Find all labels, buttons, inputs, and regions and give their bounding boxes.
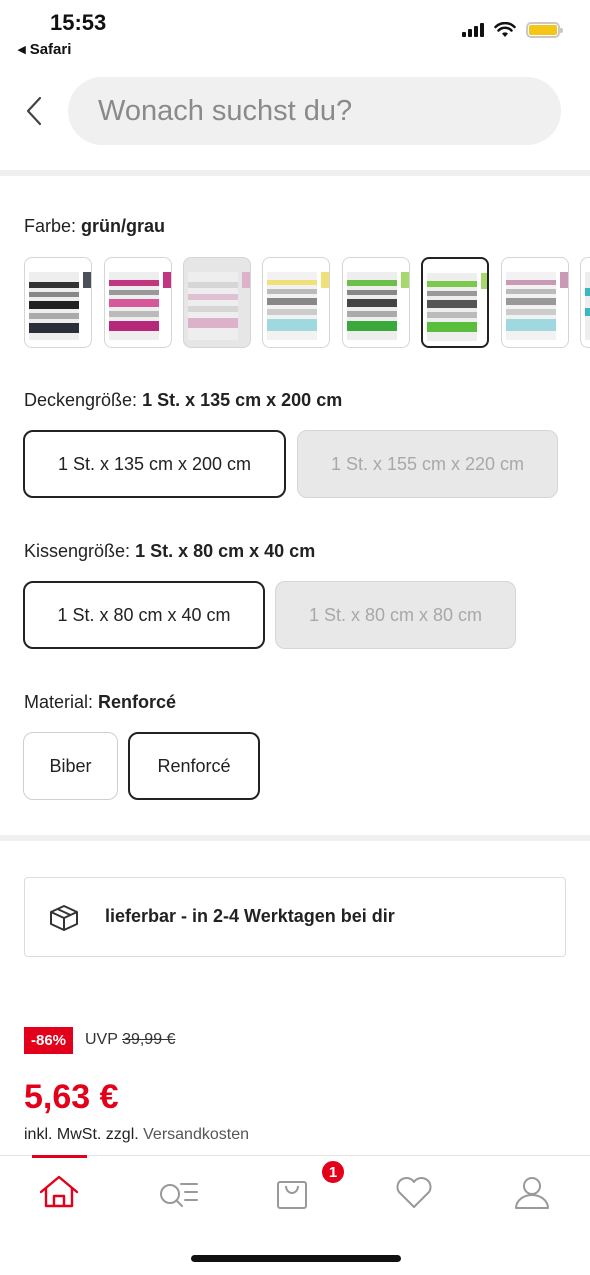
nav-account[interactable] [508, 1172, 556, 1216]
color-swatch[interactable] [501, 257, 569, 348]
status-time: 15:53 [50, 10, 107, 35]
back-to-safari-link[interactable]: ◂ Safari [18, 40, 71, 58]
discount-badge: -86% [24, 1027, 73, 1054]
cart-count-badge: 1 [320, 1159, 346, 1185]
blanket-size-label: Deckengröße: 1 St. x 135 cm x 200 cm [24, 390, 342, 411]
home-icon [39, 1175, 79, 1208]
blanket-size-option-unavailable[interactable]: 1 St. x 155 cm x 220 cm [297, 430, 558, 498]
tax-info: inkl. MwSt. zzgl. Versandkosten [24, 1126, 249, 1144]
color-value: grün/grau [81, 216, 166, 236]
nav-home[interactable] [35, 1172, 83, 1216]
color-swatch[interactable] [24, 257, 92, 348]
delivery-text: lieferbar - in 2-4 Werktagen bei dir [105, 906, 395, 926]
color-swatch-selected[interactable] [421, 257, 489, 348]
chevron-left-icon [26, 96, 42, 126]
material-label: Material: Renforcé [24, 692, 176, 713]
status-icons [462, 22, 563, 38]
divider [0, 835, 590, 841]
user-icon [515, 1177, 549, 1209]
cart-icon [277, 1181, 307, 1209]
material-option-biber[interactable]: Biber [23, 732, 118, 800]
cellular-signal-icon [462, 23, 484, 37]
pillow-size-label-text: Kissengröße: [24, 541, 131, 561]
pillow-size-option-unavailable[interactable]: 1 St. x 80 cm x 80 cm [275, 581, 516, 649]
search-bar[interactable] [68, 77, 561, 145]
material-option-renforce-selected[interactable]: Renforcé [128, 732, 260, 800]
home-indicator[interactable] [191, 1255, 401, 1262]
status-bar: 15:53 ◂ Safari [0, 0, 590, 62]
nav-wishlist[interactable] [390, 1172, 438, 1216]
uvp-value: 39,99 € [122, 1031, 176, 1048]
nav-cart[interactable] [270, 1172, 318, 1216]
heart-icon [396, 1177, 432, 1208]
header [0, 75, 590, 147]
material-value: Renforcé [98, 692, 177, 712]
divider [0, 170, 590, 176]
color-swatch[interactable] [342, 257, 410, 348]
uvp-label: UVP [85, 1031, 118, 1048]
pillow-size-option-selected[interactable]: 1 St. x 80 cm x 40 cm [23, 581, 265, 649]
pillow-size-label: Kissengröße: 1 St. x 80 cm x 40 cm [24, 541, 315, 562]
pillow-size-value: 1 St. x 80 cm x 40 cm [135, 541, 316, 561]
search-input[interactable] [68, 77, 561, 145]
color-swatch[interactable] [262, 257, 330, 348]
color-label: Farbe: grün/grau [24, 216, 165, 237]
active-tab-indicator [32, 1155, 87, 1158]
shipping-costs-link[interactable]: Versandkosten [143, 1126, 249, 1143]
package-icon [50, 905, 78, 931]
back-button[interactable] [20, 93, 50, 129]
uvp-price: UVP 39,99 € [85, 1031, 175, 1049]
nav-search[interactable] [155, 1172, 203, 1216]
current-price: 5,63 € [24, 1078, 119, 1116]
color-swatch[interactable] [580, 257, 590, 348]
blanket-size-value: 1 St. x 135 cm x 200 cm [142, 390, 343, 410]
material-label-text: Material: [24, 692, 94, 712]
color-swatch-unavailable[interactable] [183, 257, 251, 348]
bottom-navigation: 1 [0, 1155, 590, 1229]
search-list-icon [160, 1183, 198, 1207]
wifi-icon [494, 22, 516, 37]
color-swatch[interactable] [104, 257, 172, 348]
tax-text: inkl. MwSt. zzgl. [24, 1126, 139, 1143]
color-label-text: Farbe: [24, 216, 77, 236]
blanket-size-option-selected[interactable]: 1 St. x 135 cm x 200 cm [23, 430, 286, 498]
color-swatches [24, 257, 590, 349]
battery-icon [526, 22, 563, 38]
delivery-info: lieferbar - in 2-4 Werktagen bei dir [24, 877, 566, 957]
blanket-size-label-text: Deckengröße: [24, 390, 138, 410]
